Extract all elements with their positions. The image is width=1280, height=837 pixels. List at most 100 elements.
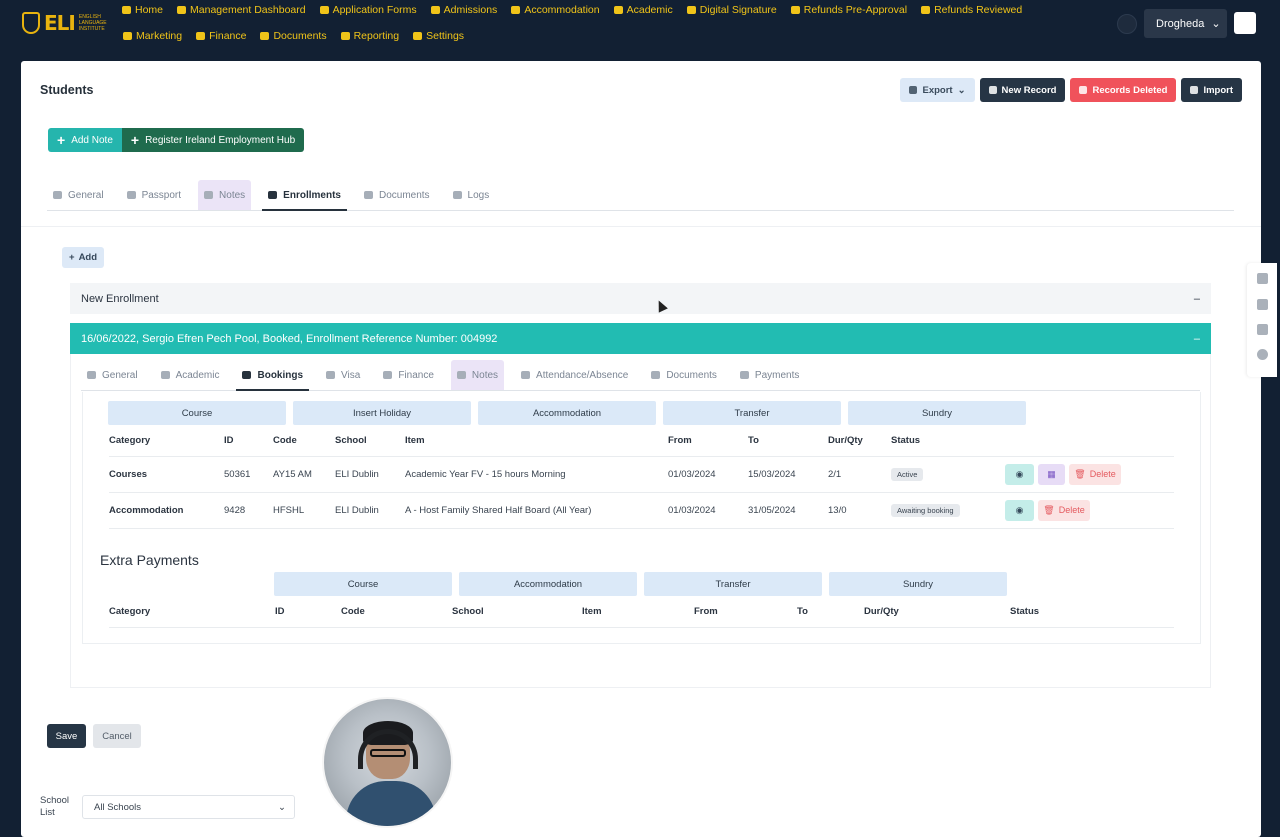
collapse-icon[interactable]: – bbox=[1194, 293, 1200, 305]
folder-icon bbox=[739, 371, 749, 379]
bookings-panel: Course Insert Holiday Accommodation Tran… bbox=[82, 392, 1201, 644]
nav-marketing[interactable]: Marketing bbox=[123, 30, 182, 42]
register-hub-button[interactable]: + Register Ireland Employment Hub bbox=[121, 128, 305, 152]
view-button[interactable]: ◉ bbox=[1005, 499, 1034, 521]
records-deleted-button[interactable]: Records Deleted bbox=[1070, 78, 1177, 102]
form-actions: Save Cancel bbox=[47, 724, 141, 748]
new-record-button[interactable]: New Record bbox=[979, 78, 1066, 102]
cell-status: Active bbox=[891, 456, 1005, 493]
dashboard-icon bbox=[177, 6, 187, 14]
cell-dur: 13/0 bbox=[828, 492, 891, 529]
nav-finance[interactable]: Finance bbox=[196, 30, 246, 42]
extra-sundry-button[interactable]: Sundry bbox=[829, 572, 1007, 596]
delete-button[interactable]: 🗑 Delete bbox=[1038, 499, 1090, 521]
extra-payments-table: Category ID Code School Item From To Dur… bbox=[109, 597, 1174, 628]
side-toolbar bbox=[1247, 263, 1277, 377]
collapse-icon[interactable]: – bbox=[1194, 333, 1200, 345]
diamond-icon bbox=[383, 371, 393, 379]
column-header: ID bbox=[224, 426, 273, 457]
tab-enr-general[interactable]: General bbox=[81, 360, 144, 390]
cancel-button[interactable]: Cancel bbox=[93, 724, 141, 748]
add-enrollment-button[interactable]: + Add bbox=[62, 247, 105, 268]
nav-application-forms[interactable]: Application Forms bbox=[319, 4, 417, 16]
column-header: Category bbox=[109, 597, 275, 628]
export-button[interactable]: Export ⌄ bbox=[900, 78, 975, 102]
tab-label: Visa bbox=[341, 369, 361, 381]
tab-enr-attendance[interactable]: Attendance/Absence bbox=[515, 360, 634, 390]
nav-digital-signature[interactable]: Digital Signature bbox=[686, 4, 777, 16]
plus-icon: + bbox=[69, 252, 75, 263]
toggle-icon bbox=[988, 86, 997, 94]
tab-notes[interactable]: Notes bbox=[198, 180, 252, 210]
help-icon[interactable] bbox=[1257, 349, 1268, 360]
records-deleted-label: Records Deleted bbox=[1092, 84, 1168, 96]
tab-label: Finance bbox=[398, 369, 434, 381]
booking-insert-holiday-button[interactable]: Insert Holiday bbox=[293, 401, 471, 425]
extra-payment-buttons: Course Accommodation Transfer Sundry bbox=[274, 572, 1007, 596]
booking-transfer-button[interactable]: Transfer bbox=[663, 401, 841, 425]
location-selector[interactable]: Drogheda ⌄ bbox=[1144, 9, 1227, 38]
tab-label: Documents bbox=[378, 189, 430, 201]
tab-enr-visa[interactable]: Visa bbox=[320, 360, 366, 390]
nav-refunds-pre-approval[interactable]: Refunds Pre-Approval bbox=[790, 4, 908, 16]
tab-passport[interactable]: Passport bbox=[121, 180, 187, 210]
delete-button[interactable]: 🗑 Delete bbox=[1069, 463, 1121, 485]
user-icon bbox=[326, 371, 336, 379]
new-enrollment-accordion[interactable]: New Enrollment – bbox=[70, 283, 1211, 314]
flag-icon bbox=[123, 32, 132, 40]
booking-course-button[interactable]: Course bbox=[108, 401, 286, 425]
nav-reporting[interactable]: Reporting bbox=[340, 30, 399, 42]
cell-item: Academic Year FV - 15 hours Morning bbox=[405, 456, 668, 493]
tab-general[interactable]: General bbox=[47, 180, 110, 210]
eli-logo[interactable]: ELI ENGLISH LANGUAGE INSTITUTE bbox=[22, 11, 119, 35]
table-row: Accommodation 9428 HFSHL ELI Dublin A - … bbox=[109, 492, 1174, 529]
view-button[interactable]: ◉ bbox=[1005, 463, 1034, 485]
import-button[interactable]: Import bbox=[1181, 78, 1242, 102]
nav-refunds-reviewed[interactable]: Refunds Reviewed bbox=[921, 4, 1022, 16]
nav-academic[interactable]: Academic bbox=[613, 4, 673, 16]
nav-home[interactable]: Home bbox=[122, 4, 163, 16]
diamond-icon bbox=[521, 371, 531, 379]
tab-enr-bookings[interactable]: Bookings bbox=[236, 360, 309, 391]
nav-admissions[interactable]: Admissions bbox=[430, 4, 497, 16]
extra-transfer-button[interactable]: Transfer bbox=[644, 572, 822, 596]
cell-code: HFSHL bbox=[273, 492, 335, 529]
tab-enr-finance[interactable]: Finance bbox=[377, 360, 440, 390]
nav-documents[interactable]: Documents bbox=[260, 30, 327, 42]
nav-label: Refunds Pre-Approval bbox=[803, 4, 908, 16]
nav-management-dashboard[interactable]: Management Dashboard bbox=[177, 4, 306, 16]
user-icon bbox=[430, 6, 440, 14]
save-button[interactable]: Save bbox=[47, 724, 86, 748]
tab-label: Enrollments bbox=[283, 189, 341, 201]
schedule-button[interactable]: ▦ bbox=[1038, 463, 1065, 485]
column-header: To bbox=[748, 426, 828, 457]
school-list-select[interactable]: All Schools ⌄ bbox=[82, 795, 295, 819]
extra-accommodation-button[interactable]: Accommodation bbox=[459, 572, 637, 596]
nav-label: Application Forms bbox=[332, 4, 417, 16]
cell-code: AY15 AM bbox=[273, 456, 335, 493]
nav-settings[interactable]: Settings bbox=[413, 30, 464, 42]
tab-enrollments[interactable]: Enrollments bbox=[262, 180, 347, 211]
camera-icon[interactable] bbox=[1257, 299, 1268, 310]
user-menu-button[interactable] bbox=[1234, 12, 1256, 34]
current-enrollment-accordion[interactable]: 16/06/2022, Sergio Efren Pech Pool, Book… bbox=[70, 323, 1211, 354]
booking-sundry-button[interactable]: Sundry bbox=[848, 401, 1026, 425]
column-header: Item bbox=[582, 597, 694, 628]
extra-course-button[interactable]: Course bbox=[274, 572, 452, 596]
table-row: Courses 50361 AY15 AM ELI Dublin Academi… bbox=[109, 456, 1174, 493]
delete-label: Delete bbox=[1089, 469, 1116, 479]
add-note-button[interactable]: + Add Note bbox=[48, 128, 122, 152]
tab-enr-payments[interactable]: Payments bbox=[734, 360, 805, 390]
bug-icon[interactable] bbox=[1257, 273, 1268, 284]
tab-logs[interactable]: Logs bbox=[447, 180, 496, 210]
list-icon[interactable] bbox=[1257, 324, 1268, 335]
nav-accommodation[interactable]: Accommodation bbox=[511, 4, 600, 16]
booking-accommodation-button[interactable]: Accommodation bbox=[478, 401, 656, 425]
cell-category: Accommodation bbox=[109, 492, 224, 529]
tab-enr-documents[interactable]: Documents bbox=[645, 360, 723, 390]
tab-enr-notes[interactable]: Notes bbox=[450, 360, 505, 390]
status-indicator[interactable] bbox=[1117, 14, 1137, 34]
tab-documents[interactable]: Documents bbox=[358, 180, 436, 210]
nav-label: Marketing bbox=[136, 30, 183, 42]
tab-enr-academic[interactable]: Academic bbox=[155, 360, 226, 390]
